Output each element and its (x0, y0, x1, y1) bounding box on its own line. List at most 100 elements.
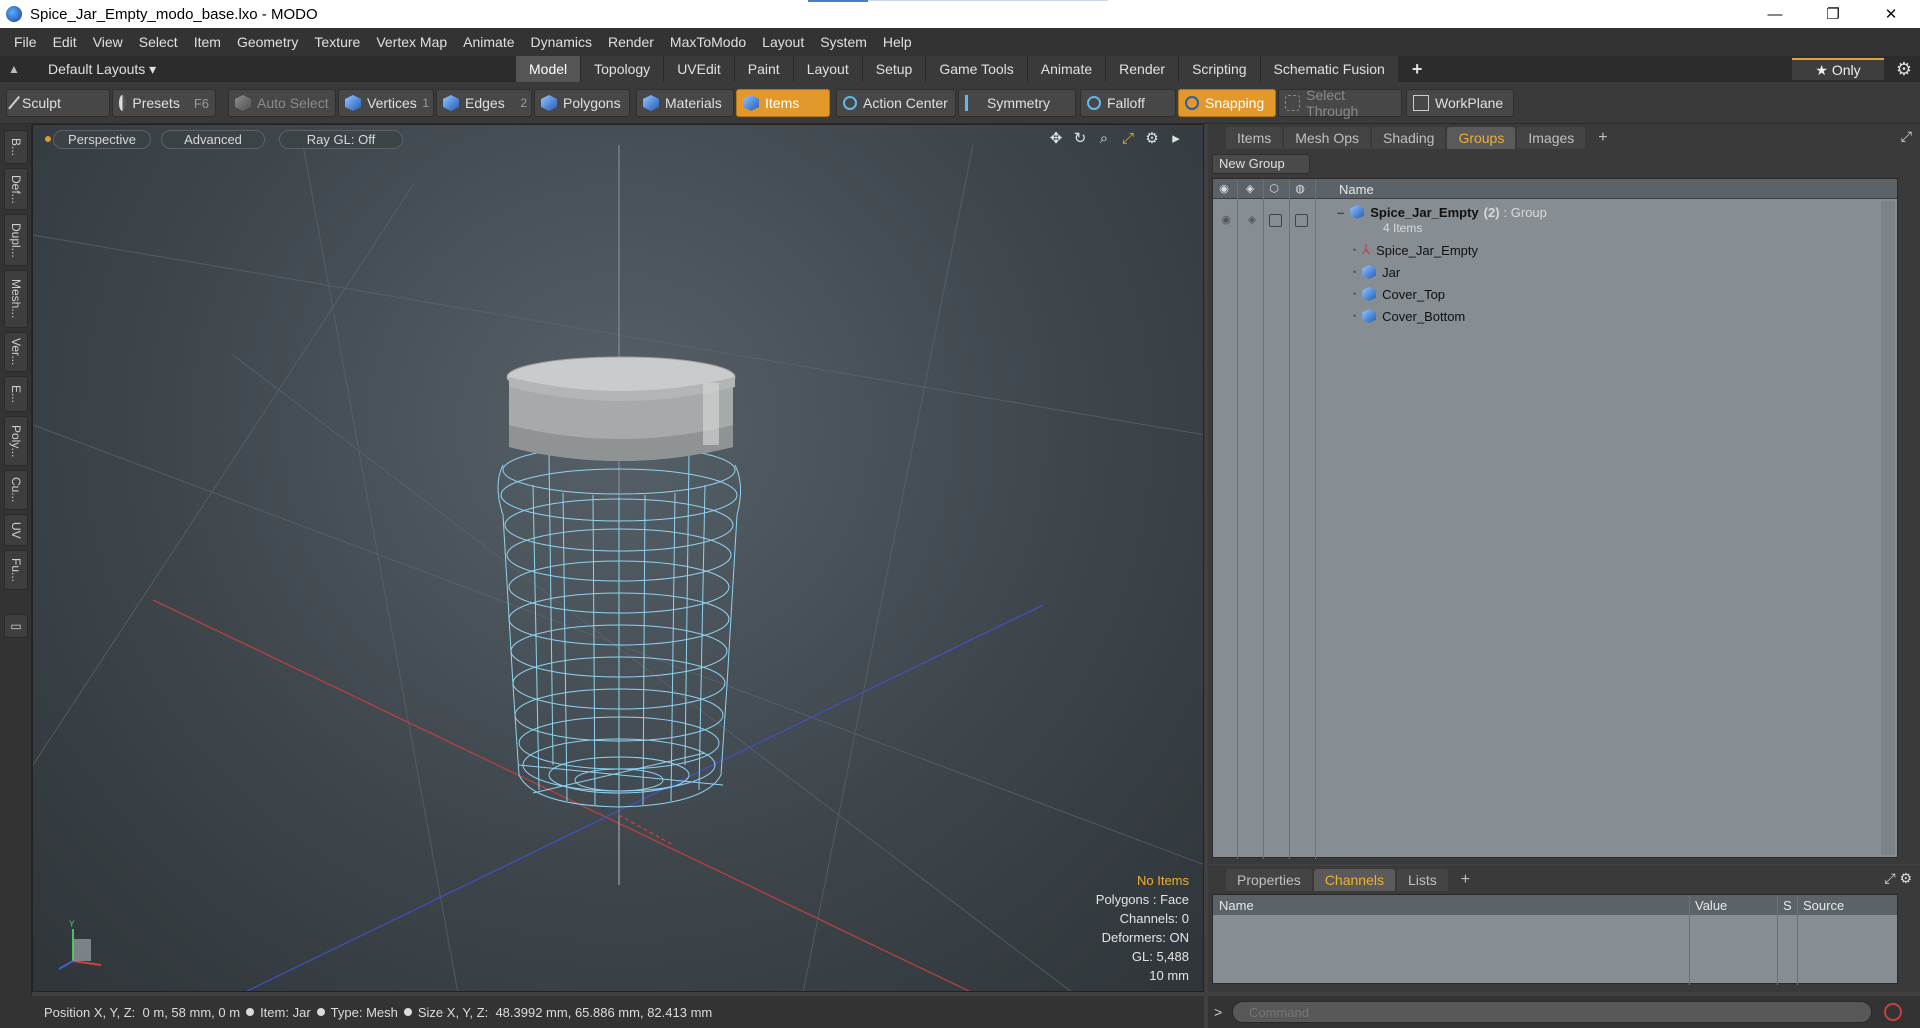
tab-groups[interactable]: Groups (1447, 127, 1516, 149)
edges-button[interactable]: Edges 2 (436, 89, 532, 117)
group-select-checkbox[interactable] (1295, 214, 1308, 227)
tab-properties[interactable]: Properties (1226, 869, 1312, 891)
menu-vertex-map[interactable]: Vertex Map (368, 28, 455, 56)
channels-col-name[interactable]: Name (1219, 898, 1254, 913)
menu-system[interactable]: System (812, 28, 875, 56)
tab-uvedit[interactable]: UVEdit (664, 56, 735, 82)
tab-items[interactable]: Items (1226, 127, 1283, 149)
viewport-settings-icon[interactable]: ⚙ (1143, 129, 1161, 147)
left-tab-fusion[interactable]: Fu... (4, 550, 28, 590)
list-item[interactable]: • Cover_Top (1353, 283, 1445, 305)
tab-lists[interactable]: Lists (1396, 869, 1448, 891)
menu-animate[interactable]: Animate (455, 28, 522, 56)
channels-col-value[interactable]: Value (1695, 898, 1727, 913)
add-layout-tab-button[interactable]: + (1399, 56, 1437, 82)
menu-item[interactable]: Item (186, 28, 229, 56)
render-column-icon[interactable]: ◈ (1243, 182, 1257, 196)
tab-schematic-fusion[interactable]: Schematic Fusion (1260, 56, 1399, 82)
restore-button[interactable]: ❐ (1804, 0, 1862, 28)
tab-paint[interactable]: Paint (734, 56, 794, 82)
tab-render[interactable]: Render (1106, 56, 1180, 82)
tab-animate[interactable]: Animate (1027, 56, 1107, 82)
command-stop-icon[interactable] (1884, 1003, 1902, 1021)
perspective-button[interactable]: Perspective (53, 130, 151, 149)
left-tab-deform[interactable]: Def... (4, 168, 28, 210)
action-center-button[interactable]: Action Center (836, 89, 956, 117)
left-tab-polygon[interactable]: Poly... (4, 416, 28, 466)
tab-setup[interactable]: Setup (862, 56, 927, 82)
advanced-button[interactable]: Advanced (161, 130, 265, 149)
menu-edit[interactable]: Edit (45, 28, 85, 56)
add-panel-tab-button[interactable]: + (1587, 127, 1618, 149)
add-channels-tab-button[interactable]: + (1450, 869, 1481, 891)
menu-geometry[interactable]: Geometry (229, 28, 306, 56)
rotate-view-icon[interactable]: ↻ (1071, 129, 1089, 147)
group-render-icon[interactable]: ◈ (1245, 213, 1259, 227)
expand-panel-icon[interactable]: ⤢ (1901, 128, 1912, 145)
menu-maxtomodo[interactable]: MaxToModo (662, 28, 754, 56)
close-button[interactable]: ✕ (1862, 0, 1920, 28)
tab-scripting[interactable]: Scripting (1179, 56, 1261, 82)
groups-scrollbar[interactable] (1881, 201, 1895, 855)
tab-layout[interactable]: Layout (793, 56, 863, 82)
tab-images[interactable]: Images (1517, 127, 1586, 149)
menu-help[interactable]: Help (875, 28, 920, 56)
left-tab-vertex[interactable]: Ver... (4, 332, 28, 372)
group-lock-checkbox[interactable] (1269, 214, 1282, 227)
select-column-icon[interactable]: ◍ (1293, 182, 1307, 196)
tab-shading[interactable]: Shading (1372, 127, 1446, 149)
minimize-button[interactable]: — (1746, 0, 1804, 28)
viewport-menu-dot[interactable] (45, 136, 51, 142)
tab-channels[interactable]: Channels (1313, 869, 1395, 891)
move-view-icon[interactable]: ✥ (1047, 129, 1065, 147)
tab-game-tools[interactable]: Game Tools (926, 56, 1028, 82)
menu-texture[interactable]: Texture (306, 28, 368, 56)
menu-select[interactable]: Select (131, 28, 186, 56)
items-button[interactable]: Items (736, 89, 830, 117)
select-through-button[interactable]: Select Through (1278, 87, 1402, 119)
fit-view-icon[interactable]: ⤢ (1119, 129, 1137, 147)
list-item[interactable]: • Cover_Bottom (1353, 305, 1465, 327)
gear-icon[interactable]: ⚙ (1888, 56, 1920, 82)
list-item[interactable]: • Jar (1353, 261, 1400, 283)
vertices-button[interactable]: Vertices 1 (338, 89, 434, 117)
left-tab-uv[interactable]: UV (4, 514, 28, 546)
command-input[interactable] (1232, 1001, 1872, 1023)
left-tab-curve[interactable]: Cu... (4, 470, 28, 510)
auto-select-button[interactable]: Auto Select (228, 89, 336, 117)
raygl-button[interactable]: Ray GL: Off (279, 130, 403, 149)
collapse-icon[interactable]: – (1337, 205, 1344, 220)
group-row[interactable]: – Spice_Jar_Empty (2) : Group (1337, 201, 1547, 223)
channels-col-s[interactable]: S (1783, 898, 1792, 913)
left-tab-basic[interactable]: B... (4, 130, 28, 164)
visibility-column-icon[interactable]: ◉ (1217, 182, 1231, 196)
menu-render[interactable]: Render (600, 28, 662, 56)
menu-dynamics[interactable]: Dynamics (523, 28, 600, 56)
left-tab-edge[interactable]: E... (4, 376, 28, 412)
workplane-button[interactable]: WorkPlane (1406, 89, 1514, 117)
menu-view[interactable]: View (85, 28, 131, 56)
channels-col-source[interactable]: Source (1803, 898, 1844, 913)
viewport-more-icon[interactable]: ▸ (1167, 129, 1185, 147)
left-tab-duplicate[interactable]: Dupl... (4, 214, 28, 266)
layout-home-icon[interactable]: ▲ (0, 62, 28, 76)
menu-layout[interactable]: Layout (754, 28, 812, 56)
group-visibility-eye-icon[interactable]: ◉ (1219, 213, 1233, 227)
zoom-view-icon[interactable]: ⌕ (1095, 129, 1113, 147)
sculpt-button[interactable]: Sculpt (6, 89, 110, 117)
tab-topology[interactable]: Topology (581, 56, 665, 82)
tab-mesh-ops[interactable]: Mesh Ops (1284, 127, 1371, 149)
tab-model[interactable]: Model (516, 56, 582, 82)
new-group-button[interactable]: New Group (1212, 154, 1310, 174)
viewport-scene[interactable] (33, 125, 1204, 992)
lock-column-icon[interactable]: ⬡ (1267, 182, 1281, 196)
snapping-button[interactable]: Snapping (1178, 89, 1276, 117)
3d-viewport[interactable]: Perspective Advanced Ray GL: Off ✥ ↻ ⌕ ⤢… (32, 124, 1204, 992)
list-item[interactable]: • ⅄ Spice_Jar_Empty (1353, 239, 1478, 261)
left-tab-mesh[interactable]: Mesh... (4, 270, 28, 328)
symmetry-button[interactable]: Symmetry (958, 89, 1076, 117)
polygons-button[interactable]: Polygons (534, 89, 630, 117)
falloff-button[interactable]: Falloff (1080, 89, 1176, 117)
name-column-header[interactable]: Name (1339, 182, 1374, 197)
channels-expand-icon[interactable]: ⤢ ⚙ (1884, 870, 1912, 887)
